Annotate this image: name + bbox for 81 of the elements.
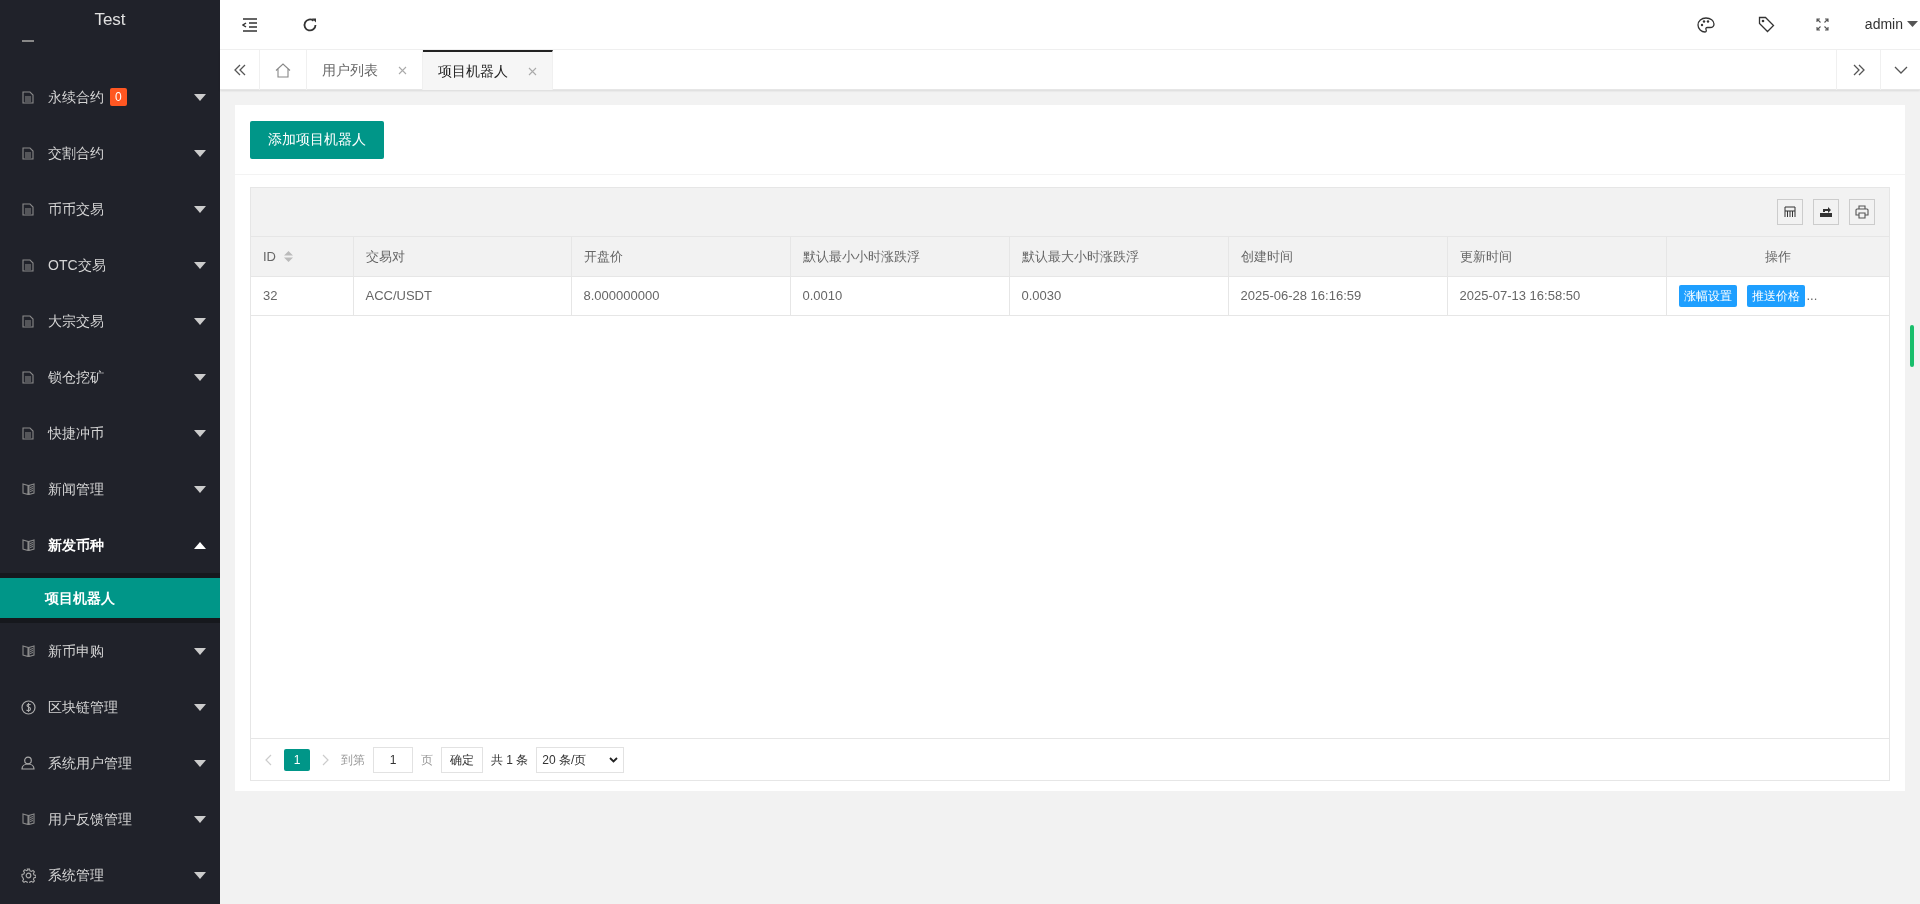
user-menu[interactable]: admin (1850, 0, 1920, 50)
menu-item[interactable]: 用户反馈管理 (0, 791, 220, 847)
document-icon (22, 40, 34, 44)
table-cell: 2025-06-28 16:16:59 (1240, 287, 1362, 303)
document-icon (20, 202, 36, 216)
document-icon (20, 90, 36, 104)
close-icon[interactable] (398, 65, 407, 75)
total-count: 共 1 条 (491, 751, 529, 769)
logo-text: Test (94, 9, 126, 32)
columns-icon[interactable] (1777, 199, 1803, 225)
caret-icon (194, 261, 206, 269)
user-icon (20, 756, 36, 770)
chevron-down-icon (609, 756, 619, 763)
dollar-icon (20, 699, 36, 715)
caret-icon (194, 703, 206, 711)
menu-item[interactable]: 永续合约 0 (0, 69, 220, 125)
menu-item[interactable]: 新币申购 (0, 623, 220, 679)
caret-icon (194, 871, 206, 879)
book-icon (20, 539, 36, 551)
goto-label: 到第 (341, 751, 365, 769)
gear-icon (20, 867, 36, 883)
document-icon (20, 146, 36, 160)
submenu-item[interactable]: 项目机器人 (0, 578, 220, 618)
menu-item[interactable]: 新闻管理 (0, 461, 220, 517)
caret-icon (194, 647, 206, 655)
caret-icon (194, 541, 206, 549)
caret-icon (194, 759, 206, 767)
column-header: 默认最小小时涨跌浮 (802, 247, 920, 266)
caret-icon (194, 815, 206, 823)
menu-item[interactable]: 大宗交易 (0, 293, 220, 349)
scrollbar-thumb[interactable] (1910, 325, 1914, 367)
document-icon (20, 426, 36, 440)
caret-icon (194, 485, 206, 493)
table-cell: 8.000000000 (583, 287, 660, 303)
column-header: 创建时间 (1240, 247, 1293, 266)
sort-icon[interactable] (284, 250, 293, 262)
count-badge: 0 (110, 88, 127, 106)
add-button[interactable]: 添加项目机器人 (250, 120, 384, 159)
column-header: 默认最大小时涨跌浮 (1021, 247, 1139, 266)
caret-icon (194, 149, 206, 157)
caret-icon (194, 317, 206, 325)
table-cell: 32 (263, 287, 278, 303)
book-icon (20, 483, 36, 495)
column-header: 更新时间 (1459, 247, 1512, 266)
page-button[interactable]: 1 (284, 748, 310, 771)
document-icon (20, 370, 36, 384)
document-icon (20, 314, 36, 328)
page-input[interactable]: 1 (373, 746, 413, 773)
menu-item[interactable]: 新发币种 (0, 517, 220, 573)
menu-item[interactable]: OTC交易 (0, 237, 220, 293)
menu-item[interactable]: 快捷冲币 (0, 405, 220, 461)
menu-item[interactable]: 系统用户管理 (0, 735, 220, 791)
column-header: 开盘价 (583, 247, 623, 266)
caret-icon (194, 205, 206, 213)
caret-icon (1907, 21, 1918, 28)
close-icon[interactable] (528, 66, 537, 76)
print-icon[interactable] (1849, 199, 1875, 225)
column-header: 交易对 (365, 247, 405, 266)
menu-item[interactable]: 系统管理 (0, 847, 220, 903)
table-cell: 0.0010 (802, 287, 843, 303)
menu-item[interactable]: 交割合约 (0, 125, 220, 181)
menu-item[interactable]: 区块链管理 (0, 679, 220, 735)
more-text: ... (1806, 286, 1818, 305)
page-size-select[interactable]: 20 条/页 (536, 746, 625, 773)
book-icon (20, 813, 36, 825)
table-cell: 2025-07-13 16:58:50 (1459, 287, 1581, 303)
table-cell: 0.0030 (1021, 287, 1062, 303)
menu-item[interactable]: 锁仓挖矿 (0, 349, 220, 405)
caret-icon (194, 429, 206, 437)
menu-item[interactable]: 币币交易 (0, 181, 220, 237)
caret-icon (194, 93, 206, 101)
document-icon (20, 258, 36, 272)
table-cell: ACC/USDT (365, 287, 432, 303)
export-icon[interactable] (1813, 199, 1839, 225)
page-unit: 页 (421, 751, 433, 769)
confirm-button[interactable]: 确定 (441, 746, 483, 773)
column-header: ID (263, 247, 276, 266)
caret-icon (194, 373, 206, 381)
book-icon (20, 645, 36, 657)
tab[interactable]: 项目机器人 (423, 50, 553, 90)
column-header: 操作 (1764, 247, 1791, 266)
